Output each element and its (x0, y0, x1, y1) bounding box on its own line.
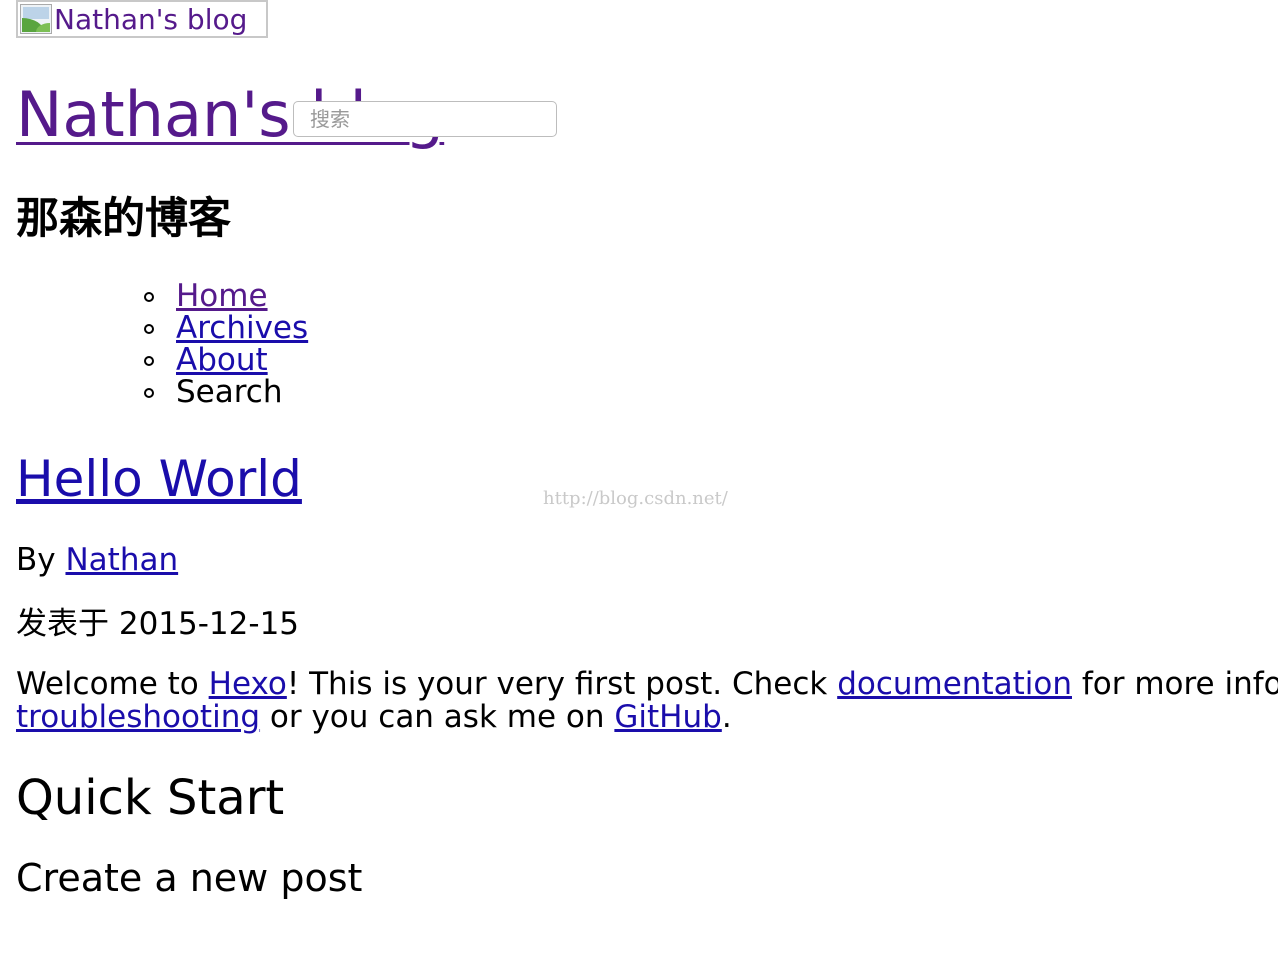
post-byline: By Nathan (16, 540, 178, 580)
heading-quick-start: Quick Start (16, 770, 285, 826)
heading-create-post: Create a new post (16, 856, 363, 900)
para-text: or you can ask me on (269, 699, 605, 735)
page: Nathan's blog Nathan's blog 那森的博客 Home A… (0, 0, 1278, 978)
search-label: Search (176, 374, 283, 410)
bullet-icon (144, 324, 154, 334)
nav-link-archives[interactable]: Archives (176, 310, 308, 346)
documentation-link[interactable]: documentation (837, 666, 1072, 702)
post-date: 发表于 2015-12-15 (16, 606, 300, 642)
bullet-icon (144, 292, 154, 302)
watermark-text: http://blog.csdn.net/ (543, 488, 728, 509)
hexo-link[interactable]: Hexo (209, 666, 287, 702)
post-title-link[interactable]: Hello World (16, 448, 302, 510)
para-text: ! This is your very first post. Check (286, 666, 828, 702)
author-link[interactable]: Nathan (65, 542, 178, 578)
broken-image-icon (20, 4, 52, 34)
nav-link-about[interactable]: About (176, 342, 268, 378)
para-text: Welcome to (16, 666, 199, 702)
site-logo-link[interactable]: Nathan's blog (16, 0, 268, 38)
bullet-icon (144, 388, 154, 398)
troubleshooting-link[interactable]: troubleshooting (16, 699, 260, 735)
para-text: for more info. If (1081, 666, 1278, 702)
post-paragraph: Welcome to Hexo! This is your very first… (16, 668, 1278, 734)
search-input[interactable] (293, 101, 557, 137)
site-subtitle: 那森的博客 (16, 194, 231, 244)
bullet-icon (144, 356, 154, 366)
logo-alt-text: Nathan's blog (54, 2, 248, 36)
nav-link-home[interactable]: Home (176, 278, 268, 314)
para-text: . (721, 699, 732, 735)
by-prefix: By (16, 542, 56, 578)
github-link[interactable]: GitHub (614, 699, 721, 735)
